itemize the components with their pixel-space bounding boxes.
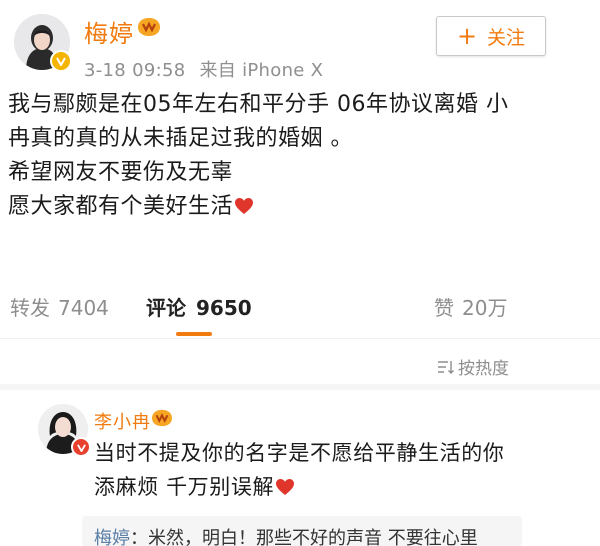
repost-label: 转发 [10,296,50,320]
post-source: 来自 iPhone X [199,60,324,81]
section-divider [0,384,600,390]
follow-button-label: 关注 [487,26,526,49]
comment-count: 9650 [196,296,252,320]
post-timestamp: 3-18 09:58 [84,60,186,81]
post-meta: 3-18 09:58 来自 iPhone X [84,56,331,82]
like-label: 赞 [434,296,454,320]
follow-button[interactable]: + 关注 [436,16,546,56]
reply-content: ：米然，明白！那些不好的声音 不要往心里 [130,528,478,546]
level-badge-icon [136,16,162,38]
repost-tab[interactable]: 转发 7404 [10,292,109,321]
post-line: 希望网友不要伤及无辜 [8,160,234,185]
level-badge-icon [150,408,174,428]
post-line-text: 愿大家都有个美好生活 [8,194,234,219]
action-bar: 转发 7404 评论 9650 赞 20万 [0,288,600,324]
post-line: 我与鄢颇是在05年左右和平分手 06年协议离婚 小 [8,92,509,117]
post-line: 冉真的真的从未插足过我的婚姻 。 [8,126,353,151]
heart-icon [234,192,254,214]
like-count: 20万 [462,296,508,320]
comment-content: 当时不提及你的名字是不愿给平静生活的你 添麻烦 千万别误解 [94,436,594,504]
plus-icon: + [456,22,478,50]
divider [0,338,600,339]
post-content: 我与鄢颇是在05年左右和平分手 06年协议离婚 小 冉真的真的从未插足过我的婚姻… [8,88,588,224]
comment-line: 当时不提及你的名字是不愿给平静生活的你 [94,441,505,465]
comment-line-text: 添麻烦 千万别误解 [94,475,275,499]
commenter-avatar[interactable] [38,404,91,457]
reply-text: 梅婷：米然，明白！那些不好的声音 不要往心里 [94,524,478,546]
verified-v-icon [50,50,72,72]
post-author-name[interactable]: 梅婷 [84,14,134,49]
post-line-last: 愿大家都有个美好生活 [8,190,588,224]
sort-icon [438,360,454,374]
sort-toggle[interactable]: 按热度 [436,354,509,379]
verified-v-icon [71,437,91,457]
post-author-avatar[interactable] [14,14,72,72]
reply-preview[interactable]: 梅婷：米然，明白！那些不好的声音 不要往心里 [82,516,522,546]
comment-line-last: 添麻烦 千万别误解 [94,470,594,504]
sort-label: 按热度 [458,359,509,379]
heart-icon [275,472,295,495]
reply-author[interactable]: 梅婷 [94,528,130,546]
commenter-name[interactable]: 李小冉 [94,408,151,434]
active-tab-indicator [176,332,212,336]
comment-tab[interactable]: 评论 9650 [146,292,252,321]
comment-label: 评论 [146,296,186,320]
repost-count: 7404 [58,296,109,320]
like-tab[interactable]: 赞 20万 [434,292,507,321]
